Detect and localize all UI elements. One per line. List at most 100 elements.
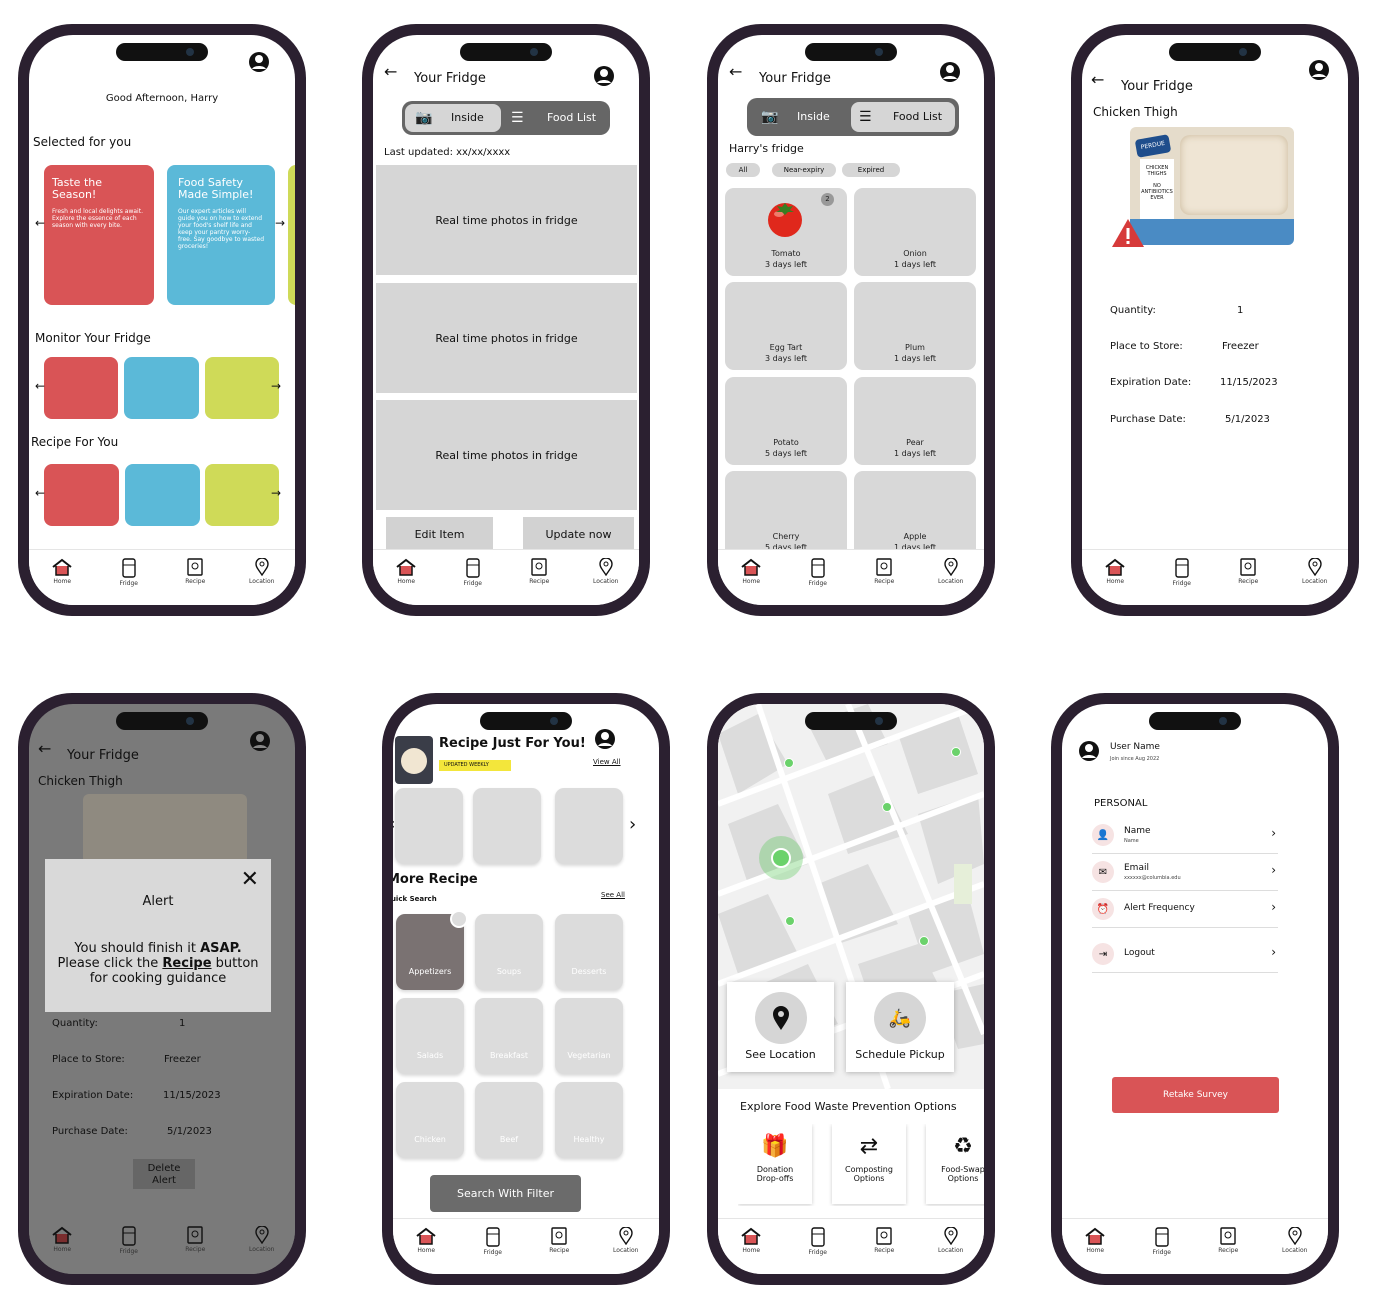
edit-item-button[interactable]: Edit Item xyxy=(386,517,493,551)
nav-fridge[interactable]: Fridge xyxy=(794,558,842,587)
nav-recipe[interactable]: Recipe xyxy=(171,558,219,585)
profile-avatar-icon[interactable] xyxy=(939,61,961,83)
food-tile-plum[interactable]: Plum 1 days left xyxy=(854,282,976,370)
category-soups[interactable]: Soups xyxy=(475,914,543,990)
view-all-link[interactable]: View All xyxy=(593,758,621,766)
close-icon[interactable]: ✕ xyxy=(241,869,259,891)
map-pin-4[interactable] xyxy=(785,916,795,926)
composting-option[interactable]: ⇄ Composting Options xyxy=(832,1124,906,1204)
map-pin-3[interactable] xyxy=(882,802,892,812)
monitor-card-3[interactable] xyxy=(205,357,279,419)
delete-alert-button[interactable]: Delete Alert xyxy=(133,1159,195,1189)
map-pin-1[interactable] xyxy=(951,747,961,757)
category-desserts[interactable]: Desserts xyxy=(555,914,623,990)
back-arrow-icon[interactable]: ← xyxy=(729,64,749,80)
nav-fridge[interactable]: Fridge xyxy=(794,1227,842,1256)
schedule-pickup-button[interactable]: 🛵 Schedule Pickup xyxy=(846,982,954,1072)
recipe-card-1[interactable] xyxy=(44,464,119,526)
map-pin-2[interactable] xyxy=(784,758,794,768)
nav-home[interactable]: Home xyxy=(727,1227,775,1254)
nav-recipe[interactable]: Recipe xyxy=(535,1227,583,1254)
row-name[interactable]: 👤 Name Name › xyxy=(1092,816,1278,854)
next-card-peek[interactable] xyxy=(288,165,295,305)
nav-recipe[interactable]: Recipe xyxy=(171,1226,219,1253)
profile-avatar-icon[interactable] xyxy=(594,728,616,750)
tab-inside[interactable]: 📷 Inside xyxy=(405,104,501,132)
nav-home[interactable]: Home xyxy=(727,558,775,585)
nav-recipe[interactable]: Recipe xyxy=(860,558,908,585)
tab-food-list[interactable]: ☰ Food List xyxy=(505,104,607,132)
food-tile-apple[interactable]: Apple 1 days left xyxy=(854,471,976,559)
category-salads[interactable]: Salads xyxy=(396,998,464,1074)
nav-fridge[interactable]: Fridge xyxy=(469,1227,517,1256)
nav-location[interactable]: Location xyxy=(238,558,286,585)
nav-recipe[interactable]: Recipe xyxy=(1204,1227,1252,1254)
arrow-right-icon[interactable]: → xyxy=(275,216,285,230)
profile-avatar-icon[interactable] xyxy=(249,730,271,752)
nav-fridge[interactable]: Fridge xyxy=(1138,1227,1186,1256)
category-vegetarian[interactable]: Vegetarian xyxy=(555,998,623,1074)
nav-home[interactable]: Home xyxy=(38,1226,86,1253)
tab-food-list[interactable]: ☰ Food List xyxy=(851,102,955,132)
category-healthy[interactable]: Healthy xyxy=(555,1082,623,1158)
chevron-right-icon[interactable]: › xyxy=(629,814,636,835)
retake-survey-button[interactable]: Retake Survey xyxy=(1112,1077,1279,1113)
featured-recipe-2[interactable] xyxy=(473,788,541,864)
category-appetizers[interactable]: Appetizers xyxy=(396,910,468,990)
back-arrow-icon[interactable]: ← xyxy=(1091,72,1111,88)
filter-all[interactable]: All xyxy=(726,163,760,177)
nav-fridge[interactable]: Fridge xyxy=(449,558,497,587)
profile-avatar-icon[interactable] xyxy=(593,65,615,87)
alert-recipe-link[interactable]: Recipe xyxy=(162,956,211,971)
food-tile-tomato[interactable]: 2 Tomato 3 days left xyxy=(725,188,847,276)
food-tile-cherry[interactable]: Cherry 5 days left xyxy=(725,471,847,559)
monitor-card-2[interactable] xyxy=(124,357,199,419)
nav-home[interactable]: Home xyxy=(382,558,430,585)
nav-location[interactable]: Location xyxy=(1291,558,1339,585)
nav-location[interactable]: Location xyxy=(582,558,630,585)
row-logout[interactable]: ⇥ Logout › xyxy=(1092,935,1278,973)
featured-recipe-3[interactable] xyxy=(555,788,623,864)
back-arrow-icon[interactable]: ← xyxy=(384,64,404,80)
tab-inside[interactable]: 📷 Inside xyxy=(751,102,847,132)
nav-recipe[interactable]: Recipe xyxy=(860,1227,908,1254)
map-pin-5[interactable] xyxy=(919,936,929,946)
food-tile-pear[interactable]: Pear 1 days left xyxy=(854,377,976,465)
row-alert-frequency[interactable]: ⏰ Alert Frequency › xyxy=(1092,890,1278,928)
nav-fridge[interactable]: Fridge xyxy=(1158,558,1206,587)
nav-location[interactable]: Location xyxy=(927,1227,975,1254)
nav-location[interactable]: Location xyxy=(927,558,975,585)
food-tile-potato[interactable]: Potato 5 days left xyxy=(725,377,847,465)
category-beef[interactable]: Beef xyxy=(475,1082,543,1158)
arrow-left-icon[interactable]: ← xyxy=(35,216,45,230)
nav-fridge[interactable]: Fridge xyxy=(105,1226,153,1255)
nav-location[interactable]: Location xyxy=(602,1227,650,1254)
food-tile-egg-tart[interactable]: Egg Tart 3 days left xyxy=(725,282,847,370)
food-safety-card[interactable]: Food Safety Made Simple! Our expert arti… xyxy=(167,165,275,305)
nav-location[interactable]: Location xyxy=(1271,1227,1319,1254)
see-all-link[interactable]: See All xyxy=(601,891,625,899)
recipe-card-2[interactable] xyxy=(125,464,200,526)
row-email[interactable]: ✉ Email xxxxxx@columbia.edu › xyxy=(1092,853,1278,891)
featured-recipe-1[interactable] xyxy=(395,788,463,864)
nav-home[interactable]: Home xyxy=(1071,1227,1119,1254)
update-now-button[interactable]: Update now xyxy=(523,517,634,551)
nav-location[interactable]: Location xyxy=(238,1226,286,1253)
filter-near-expiry[interactable]: Near-expiry xyxy=(772,163,836,177)
food-tile-onion[interactable]: Onion 1 days left xyxy=(854,188,976,276)
arrow-right-icon[interactable]: → xyxy=(271,379,281,393)
filter-expired[interactable]: Expired xyxy=(842,163,900,177)
chevron-left-icon[interactable]: ‹ xyxy=(393,814,395,833)
taste-season-card[interactable]: Taste the Season! Fresh and local deligh… xyxy=(44,165,154,305)
search-with-filter-button[interactable]: Search With Filter xyxy=(430,1175,581,1212)
nav-home[interactable]: Home xyxy=(1091,558,1139,585)
nav-home[interactable]: Home xyxy=(402,1227,450,1254)
monitor-card-1[interactable] xyxy=(44,357,118,419)
donation-option[interactable]: 🎁 Donation Drop-offs xyxy=(738,1124,812,1204)
recipe-card-3[interactable] xyxy=(205,464,279,526)
see-location-button[interactable]: See Location xyxy=(727,982,834,1072)
profile-avatar-icon[interactable] xyxy=(248,51,270,73)
arrow-right-icon[interactable]: → xyxy=(271,486,281,500)
nav-fridge[interactable]: Fridge xyxy=(105,558,153,587)
back-arrow-icon[interactable]: ← xyxy=(38,741,58,757)
